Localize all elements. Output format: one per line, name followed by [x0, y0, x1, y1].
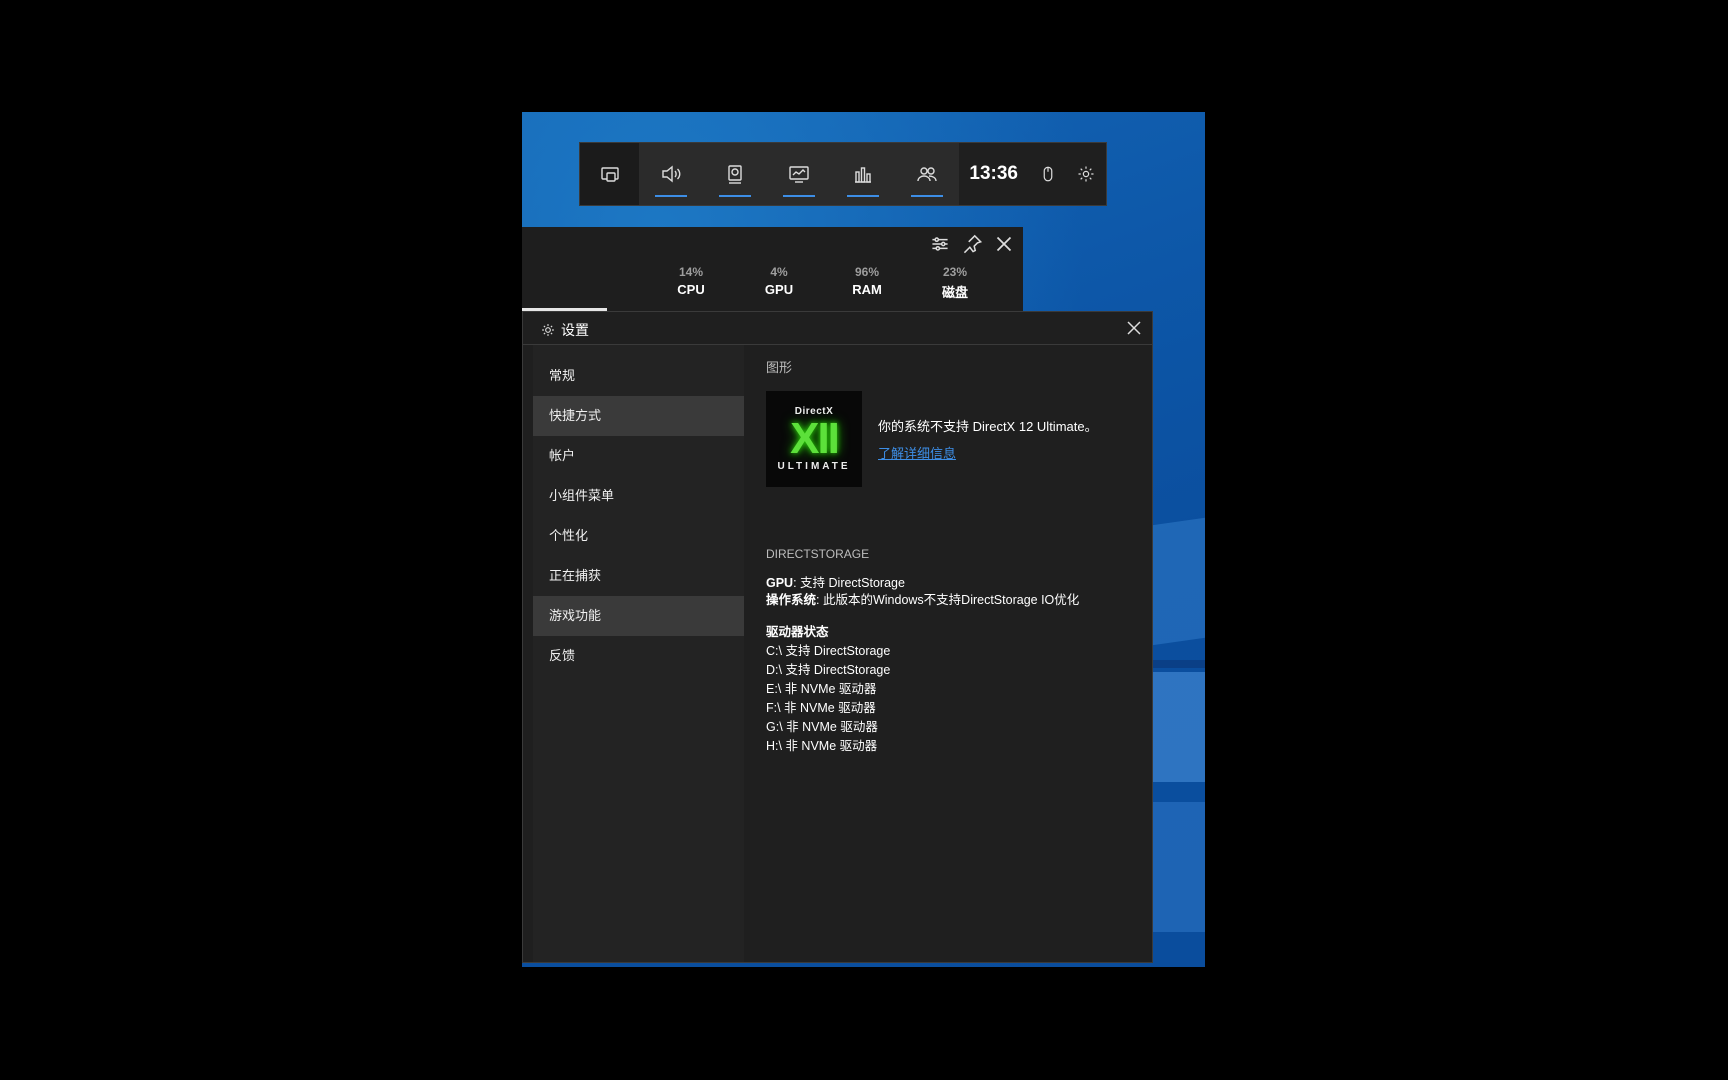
options-icon[interactable] — [927, 231, 953, 257]
metric-percent: 23% — [942, 265, 968, 279]
home-button[interactable] — [580, 143, 640, 205]
close-icon[interactable] — [1122, 316, 1146, 340]
nav-item-widget-menu[interactable]: 小组件菜单 — [533, 476, 744, 516]
drive-status-h: H:\ 非 NVMe 驱动器 — [766, 739, 878, 753]
nav-item-general[interactable]: 常规 — [533, 356, 744, 396]
nav-item-gaming-features[interactable]: 游戏功能 — [533, 596, 744, 636]
stats-icon — [851, 162, 875, 186]
social-widget-button[interactable] — [895, 143, 959, 205]
nav-item-shortcuts[interactable]: 快捷方式 — [533, 396, 744, 436]
settings-window: 设置 常规 快捷方式 帐户 小组件菜单 个性化 正在捕获 游戏功能 反馈 图形 … — [522, 311, 1153, 963]
settings-header: 设置 — [523, 312, 1152, 345]
performance-icon — [787, 162, 811, 186]
game-bar: 13:36 — [579, 142, 1107, 206]
directstorage-section-label: DIRECTSTORAGE — [766, 547, 870, 561]
drive-status-c: C:\ 支持 DirectStorage — [766, 644, 891, 658]
drive-status-e: E:\ 非 NVMe 驱动器 — [766, 682, 877, 696]
mouse-button[interactable] — [1028, 143, 1067, 205]
social-icon — [915, 162, 939, 186]
drive-status-f: F:\ 非 NVMe 驱动器 — [766, 701, 876, 715]
dx-support-message: 你的系统不支持 DirectX 12 Ultimate。 — [878, 419, 1098, 434]
performance-widget: 14% CPU 4% GPU 96% RAM 23% 磁盘 — [522, 227, 1023, 312]
metric-percent: 4% — [770, 265, 788, 279]
settings-title: 设置 — [561, 322, 589, 338]
stats-widget-button[interactable] — [831, 143, 895, 205]
audio-icon — [659, 162, 683, 186]
home-icon — [598, 162, 622, 186]
capture-widget-button[interactable] — [703, 143, 767, 205]
settings-content: 图形 DirectX XII ULTIMATE 你的系统不支持 DirectX … — [766, 357, 1146, 756]
metric-gpu[interactable]: 4% GPU — [735, 265, 823, 301]
metric-label: RAM — [852, 282, 882, 297]
metric-percent: 14% — [678, 265, 704, 279]
drive-status-header: 驱动器状态 — [766, 625, 829, 639]
settings-nav: 常规 快捷方式 帐户 小组件菜单 个性化 正在捕获 游戏功能 反馈 — [533, 345, 744, 962]
pin-icon[interactable] — [959, 231, 985, 257]
nav-item-capturing[interactable]: 正在捕获 — [533, 556, 744, 596]
close-icon[interactable] — [991, 231, 1017, 257]
drive-status-g: G:\ 非 NVMe 驱动器 — [766, 720, 878, 734]
os-status: 操作系统: 此版本的Windows不支持DirectStorage IO优化 — [766, 593, 1080, 607]
drive-status-d: D:\ 支持 DirectStorage — [766, 663, 891, 677]
gear-icon — [541, 323, 555, 337]
metric-label: 磁盘 — [941, 285, 968, 300]
performance-widget-button[interactable] — [767, 143, 831, 205]
metric-cpu[interactable]: 14% CPU — [647, 265, 735, 301]
metric-percent: 96% — [854, 265, 880, 279]
mouse-icon — [1039, 165, 1057, 183]
metric-ram[interactable]: 96% RAM — [823, 265, 911, 301]
gear-icon — [1077, 165, 1095, 183]
nav-item-feedback[interactable]: 反馈 — [533, 636, 744, 676]
capture-icon — [723, 162, 747, 186]
nav-item-account[interactable]: 帐户 — [533, 436, 744, 476]
learn-more-link[interactable]: 了解详细信息 — [878, 443, 1098, 462]
directx-12-ultimate-logo: DirectX XII ULTIMATE — [766, 391, 862, 487]
audio-widget-button[interactable] — [639, 143, 703, 205]
metric-label: GPU — [764, 282, 794, 297]
settings-button[interactable] — [1067, 143, 1106, 205]
gpu-status: GPU: 支持 DirectStorage — [766, 576, 905, 590]
clock: 13:36 — [969, 163, 1019, 184]
metric-label: CPU — [677, 282, 705, 297]
nav-item-personalization[interactable]: 个性化 — [533, 516, 744, 556]
metric-disk[interactable]: 23% 磁盘 — [911, 265, 999, 301]
graphics-section-label: 图形 — [766, 360, 793, 375]
